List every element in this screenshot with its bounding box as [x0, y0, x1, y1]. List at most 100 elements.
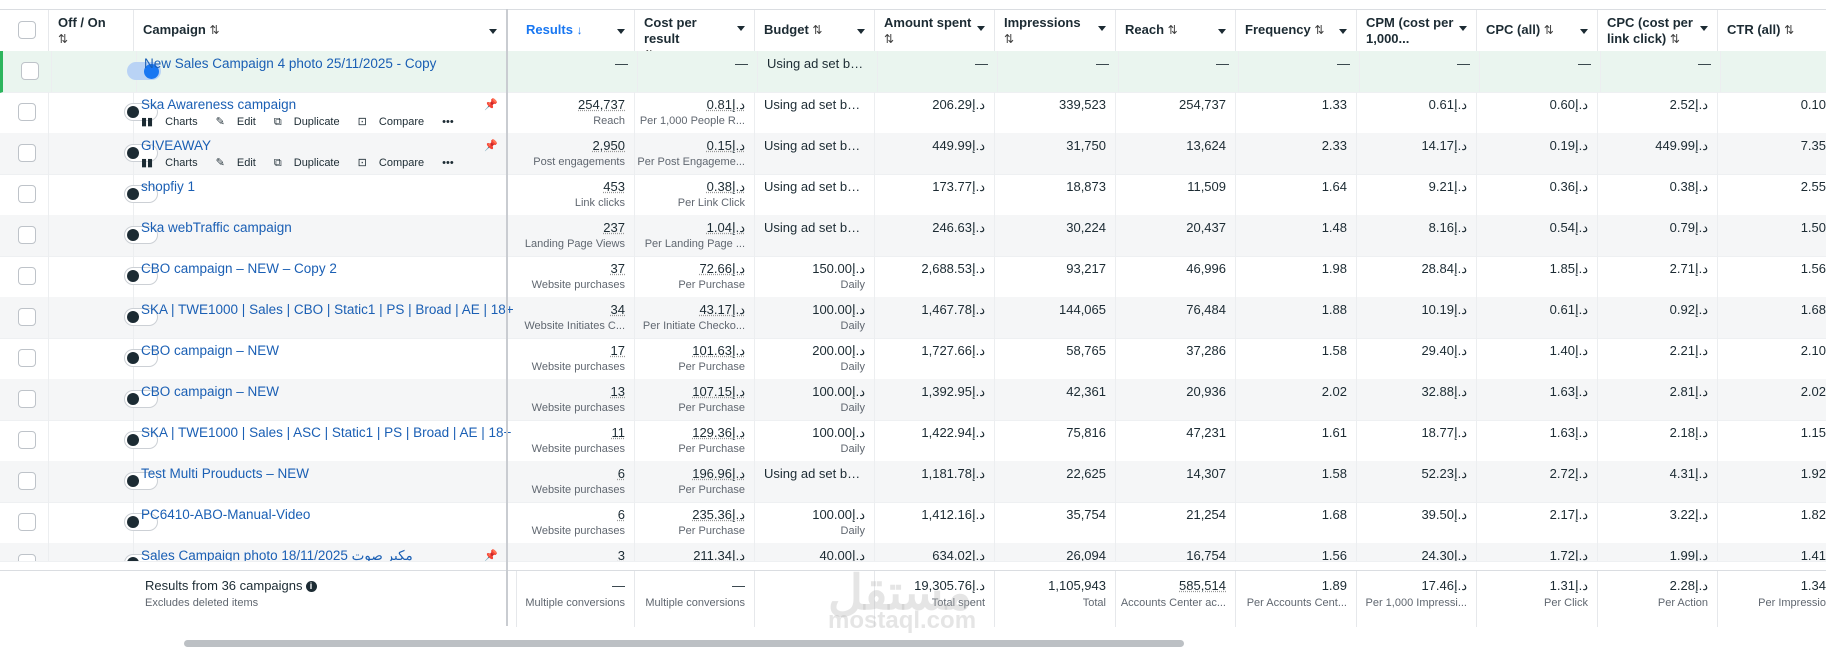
cpr-value[interactable]: 107.15د.إ: [692, 384, 745, 400]
table-row[interactable]: CBO campaign – NEW 17 Website purchases 101…: [0, 338, 1826, 380]
row-checkbox[interactable]: [18, 308, 36, 326]
results-value[interactable]: 2,950: [592, 138, 625, 153]
horizontal-scrollbar[interactable]: [184, 640, 1184, 647]
campaign-name-link[interactable]: Sales Campaign photo 18/11/2025 مكبر صوت: [141, 548, 413, 561]
table-row[interactable]: Sales Campaign photo 18/11/2025 مكبر صوت…: [0, 543, 1826, 562]
chevron-down-icon[interactable]: [857, 29, 865, 34]
row-checkbox[interactable]: [18, 554, 36, 561]
table-row[interactable]: shopfiy 1 453 Link clicks 0.38د.إ Per Link C…: [0, 174, 1826, 216]
info-icon[interactable]: i: [305, 581, 317, 593]
pin-icon[interactable]: 📌: [484, 549, 498, 561]
chevron-down-icon[interactable]: [1700, 26, 1708, 31]
header-frequency[interactable]: Frequency ⇅: [1236, 10, 1357, 52]
table-row[interactable]: SKA | TWE1000 | Sales | ASC | Static1 | …: [0, 420, 1826, 462]
row-checkbox[interactable]: [18, 267, 36, 285]
chevron-down-icon[interactable]: [977, 26, 985, 31]
table-row[interactable]: SKA | TWE1000 | Sales | CBO | Static1 | …: [0, 297, 1826, 339]
chevron-down-icon[interactable]: [1459, 26, 1467, 31]
header-cost-per-result[interactable]: Cost per result⇅: [635, 10, 755, 62]
frozen-column-divider[interactable]: [506, 9, 508, 626]
cpr-value[interactable]: 1.04د.إ: [707, 220, 745, 236]
duplicate-action[interactable]: ⧉ Duplicate: [274, 157, 349, 169]
table-row[interactable]: Test Multi Prouducts – NEW 6 Website purch…: [0, 461, 1826, 503]
cpr-value[interactable]: 196.96د.إ: [692, 466, 745, 482]
campaign-name-link[interactable]: PC6410-ABO-Manual-Video: [141, 507, 310, 522]
row-checkbox[interactable]: [18, 390, 36, 408]
row-checkbox[interactable]: [18, 144, 36, 162]
chevron-down-icon[interactable]: [1218, 29, 1226, 34]
header-impressions[interactable]: Impressions ⇅: [995, 10, 1116, 52]
results-value[interactable]: 254,737: [578, 97, 625, 112]
edit-action[interactable]: ✎ Edit: [216, 116, 265, 128]
campaign-name-link[interactable]: CBO campaign – NEW: [141, 343, 279, 358]
table-row[interactable]: CBO campaign – NEW 13 Website purchases 107…: [0, 379, 1826, 421]
table-row[interactable]: GIVEAWAY 📌 ▮▮ Charts ✎ Edit ⧉ Duplicate ⊡ Com…: [0, 133, 1826, 175]
header-cpc-link[interactable]: CPC (cost per link click) ⇅: [1598, 10, 1718, 52]
duplicate-action[interactable]: ⧉ Duplicate: [274, 116, 349, 128]
campaign-name-link[interactable]: SKA | TWE1000 | Sales | ASC | Static1 | …: [141, 425, 511, 440]
header-budget[interactable]: Budget ⇅: [755, 10, 875, 52]
header-off-on[interactable]: Off / On ⇅: [49, 10, 134, 52]
campaign-name-link[interactable]: New Sales Campaign 4 photo 25/11/2025 - …: [144, 56, 436, 71]
cpr-value[interactable]: 129.36د.إ: [692, 425, 745, 441]
table-row[interactable]: Ska Awareness campaign 📌 ▮▮ Charts ✎ Edit ⧉ …: [0, 92, 1826, 134]
table-row[interactable]: Ska webTraffic campaign 237 Landing Page V…: [0, 215, 1826, 257]
cpr-value[interactable]: 235.36د.إ: [692, 507, 745, 523]
charts-action[interactable]: ▮▮ Charts: [141, 116, 207, 128]
header-results[interactable]: Results ↓: [517, 10, 635, 52]
results-value[interactable]: 13: [611, 384, 625, 399]
cpr-value[interactable]: 43.17د.إ: [699, 302, 745, 318]
row-checkbox[interactable]: [21, 62, 39, 80]
edit-action[interactable]: ✎ Edit: [216, 157, 265, 169]
results-value[interactable]: 453: [603, 179, 625, 194]
header-campaign[interactable]: Campaign ⇅: [134, 10, 507, 52]
cpr-value[interactable]: —: [735, 56, 748, 71]
chevron-down-icon[interactable]: [489, 29, 497, 34]
row-checkbox[interactable]: [18, 226, 36, 244]
results-value[interactable]: 3: [618, 548, 625, 561]
results-value[interactable]: 6: [618, 466, 625, 481]
table-row[interactable]: New Sales Campaign 4 photo 25/11/2025 - …: [0, 51, 1826, 93]
pin-icon[interactable]: 📌: [484, 139, 498, 152]
campaign-name-link[interactable]: Ska Awareness campaign: [141, 97, 296, 112]
more-button[interactable]: •••: [442, 116, 463, 128]
campaign-name-link[interactable]: shopfiy 1: [141, 179, 195, 194]
compare-action[interactable]: ⊡ Compare: [358, 116, 434, 128]
results-value[interactable]: 34: [611, 302, 625, 317]
results-value[interactable]: 37: [611, 261, 625, 276]
campaign-name-link[interactable]: Test Multi Prouducts – NEW: [141, 466, 309, 481]
header-ctr-all[interactable]: CTR (all) ⇅: [1718, 10, 1826, 52]
results-value[interactable]: 237: [603, 220, 625, 235]
charts-action[interactable]: ▮▮ Charts: [141, 157, 207, 169]
more-button[interactable]: •••: [442, 157, 463, 169]
table-row[interactable]: PC6410-ABO-Manual-Video 6 Website purchase…: [0, 502, 1826, 544]
select-all-checkbox[interactable]: [18, 21, 36, 39]
header-amount-spent[interactable]: Amount spent ⇅: [875, 10, 995, 52]
chevron-down-icon[interactable]: [1098, 26, 1106, 31]
cpr-value[interactable]: 0.15د.إ: [707, 138, 745, 154]
cpr-value[interactable]: 72.66د.إ: [699, 261, 745, 277]
results-value[interactable]: 17: [611, 343, 625, 358]
campaign-name-link[interactable]: CBO campaign – NEW: [141, 384, 279, 399]
campaign-name-link[interactable]: SKA | TWE1000 | Sales | CBO | Static1 | …: [141, 302, 514, 317]
results-value[interactable]: 11: [612, 425, 626, 440]
row-checkbox[interactable]: [18, 349, 36, 367]
row-checkbox[interactable]: [18, 513, 36, 531]
results-value[interactable]: —: [615, 56, 628, 71]
header-cpc-all[interactable]: CPC (all) ⇅: [1477, 10, 1598, 52]
chevron-down-icon[interactable]: [617, 29, 625, 34]
compare-action[interactable]: ⊡ Compare: [358, 157, 434, 169]
chevron-down-icon[interactable]: [1580, 29, 1588, 34]
chevron-down-icon[interactable]: [1339, 29, 1347, 34]
row-checkbox[interactable]: [18, 185, 36, 203]
results-value[interactable]: 6: [618, 507, 625, 522]
campaign-name-link[interactable]: CBO campaign – NEW – Copy 2: [141, 261, 337, 276]
cpr-value[interactable]: 0.81د.إ: [707, 97, 745, 113]
pin-icon[interactable]: 📌: [484, 98, 498, 111]
cpr-value[interactable]: 0.38د.إ: [707, 179, 745, 195]
table-row[interactable]: CBO campaign – NEW – Copy 2 37 Website pur…: [0, 256, 1826, 298]
row-checkbox[interactable]: [18, 472, 36, 490]
cpr-value[interactable]: 101.63د.إ: [692, 343, 745, 359]
header-reach[interactable]: Reach ⇅: [1116, 10, 1236, 52]
row-checkbox[interactable]: [18, 103, 36, 121]
